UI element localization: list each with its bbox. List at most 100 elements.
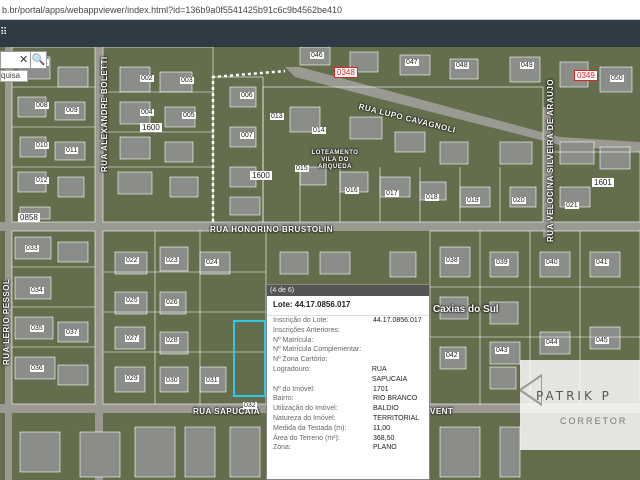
street-label-honorino: RUA HONORINO BRUSTOLIN — [210, 225, 333, 234]
lot-label: 039 — [495, 259, 509, 266]
lot-label: 025 — [125, 297, 139, 304]
popup-pagination[interactable]: (4 de 6) — [267, 285, 429, 296]
popup-attribute-row: Nº do Imóvel: 1701 — [267, 385, 429, 395]
browser-url-bar[interactable]: b.br/portal/apps/webappviewer/index.html… — [0, 0, 640, 20]
lot-label: 002 — [140, 75, 154, 82]
lot-label: 042 — [445, 352, 459, 359]
lot-label: 033 — [25, 245, 39, 252]
attribute-value: 11,00 — [373, 424, 390, 432]
attribute-key: Utilização do Imóvel: — [273, 405, 338, 413]
popup-title: Lote: 44.17.0856.017 — [267, 296, 429, 316]
attribute-key: Nº Matrícula Complementar: — [273, 346, 362, 354]
attribute-key: Nº Zona Cartório: — [273, 356, 328, 364]
lot-label: 050 — [610, 75, 624, 82]
attribute-key: Inscrição do Lote: — [273, 317, 329, 324]
attribute-value: PLANO — [373, 444, 397, 452]
street-label-alexandre: RUA ALEXANDRE BOLETTI — [100, 56, 109, 172]
app-header: ⠿ — [0, 20, 640, 47]
lot-label: 014 — [312, 127, 326, 134]
popup-attribute-row: Área do Terreno (m²): 368,50 — [267, 434, 429, 444]
block-label-0858: 0858 — [18, 213, 40, 222]
lot-label: 016 — [345, 187, 359, 194]
watermark-sub: CORRETOR — [560, 416, 628, 426]
lot-label: 031 — [205, 377, 219, 384]
street-label-vent: VENT — [430, 407, 454, 416]
watermark: PATRIK P CORRETOR — [520, 360, 640, 450]
attribute-key: Logradouro: — [273, 365, 311, 373]
block-label-0349: 0349 — [574, 70, 598, 81]
attribute-value: TERRITORIAL — [373, 414, 420, 422]
lot-label: 004 — [140, 109, 154, 116]
search-button[interactable]: 🔍 — [30, 51, 47, 69]
attribute-key: Medida da Testada (m): — [273, 424, 347, 432]
lot-label: 020 — [512, 197, 526, 204]
selected-parcel-outline[interactable] — [233, 320, 266, 397]
lot-label: 029 — [125, 375, 139, 382]
attribute-key: Nº Matrícula: — [273, 336, 314, 344]
lot-label: 047 — [405, 59, 419, 66]
attribute-value: RIO BRANCO — [373, 395, 418, 403]
lot-label: 021 — [565, 202, 579, 209]
lot-label: 019 — [466, 197, 480, 204]
popup-attribute-row: Nº Matrícula Complementar: — [267, 345, 429, 355]
lot-label: 035 — [30, 325, 44, 332]
search-suggestion[interactable]: quisa — [0, 70, 28, 82]
popup-attribute-row: Zona: PLANO — [267, 443, 429, 453]
block-label-1600-b: 1600 — [250, 171, 272, 180]
block-label-1601: 1601 — [592, 178, 614, 187]
attribute-value: RUA SAPUCAIA — [371, 365, 408, 383]
popup-attribute-row: Medida da Testada (m): 11,00 — [267, 424, 429, 434]
lot-label: 007 — [240, 132, 254, 139]
lot-label: 036 — [30, 365, 44, 372]
lot-label: 008 — [35, 102, 49, 109]
popup-attribute-list: Inscrição do Lote: 44.17.0856.017 Inscriçõ… — [267, 316, 429, 453]
popup-attribute-row: Nº Zona Cartório: — [267, 355, 429, 365]
attribute-key: Zona: — [273, 444, 291, 452]
lot-label: 048 — [455, 62, 469, 69]
clear-icon[interactable]: ✕ — [19, 53, 28, 66]
lot-label: 044 — [545, 339, 559, 346]
lot-label: 037 — [65, 329, 79, 336]
parcel-info-popup: (4 de 6) Lote: 44.17.0856.017 Inscrição … — [266, 284, 430, 480]
popup-attribute-row: Natureza do Imóvel: TERRITORIAL — [267, 414, 429, 424]
attribute-value: 1701 — [373, 385, 389, 393]
lot-label: 005 — [182, 112, 196, 119]
menu-icon[interactable]: ⠿ — [0, 27, 8, 38]
popup-attribute-row: Utilização do Imóvel: BALDIO — [267, 404, 429, 414]
lot-label: 030 — [165, 377, 179, 384]
lot-label: 046 — [310, 52, 324, 59]
city-label: Caxias do Sul — [433, 304, 499, 315]
lot-label: 026 — [165, 299, 179, 306]
lot-label: 045 — [595, 337, 609, 344]
lot-label: 012 — [35, 177, 49, 184]
popup-attribute-row: Logradouro: RUA SAPUCAIA — [267, 365, 429, 385]
block-label-0348: 0348 — [334, 67, 358, 78]
lot-label: 038 — [445, 257, 459, 264]
lot-label: 023 — [165, 257, 179, 264]
attribute-key: Natureza do Imóvel: — [273, 414, 336, 422]
loteamento-label: LOTEAMENTO VILA DO ARQUEDA — [311, 150, 359, 170]
lot-label: 018 — [425, 194, 439, 201]
attribute-key: Área do Terreno (m²): — [273, 434, 340, 442]
lot-label: 022 — [125, 257, 139, 264]
attribute-key: Bairro: — [273, 395, 294, 403]
search-icon: 🔍 — [31, 54, 46, 66]
attribute-value: BALDIO — [373, 405, 399, 413]
lot-label: 043 — [495, 347, 509, 354]
street-label-lerio: RUA LERIO PESSOL — [2, 278, 11, 365]
lot-label: 041 — [595, 259, 609, 266]
attribute-value: 368,50 — [373, 434, 395, 442]
lot-label: 032 — [243, 402, 257, 409]
lot-label: 028 — [165, 337, 179, 344]
lot-label: 049 — [520, 62, 534, 69]
street-label-velocina: RUA VELOCINA SILVEIRA DE ARAUJO — [546, 78, 555, 242]
attribute-key: Inscrições Anteriores: — [273, 326, 340, 334]
popup-attribute-row: Bairro: RIO BRANCO — [267, 394, 429, 404]
lot-label: 013 — [270, 113, 284, 120]
block-label-1600-a: 1600 — [140, 123, 162, 132]
lot-label: 034 — [30, 287, 44, 294]
lot-label: 010 — [35, 142, 49, 149]
lot-label: 017 — [385, 190, 399, 197]
lot-label: 040 — [545, 259, 559, 266]
attribute-value: 44.17.0856.017 — [373, 317, 422, 324]
